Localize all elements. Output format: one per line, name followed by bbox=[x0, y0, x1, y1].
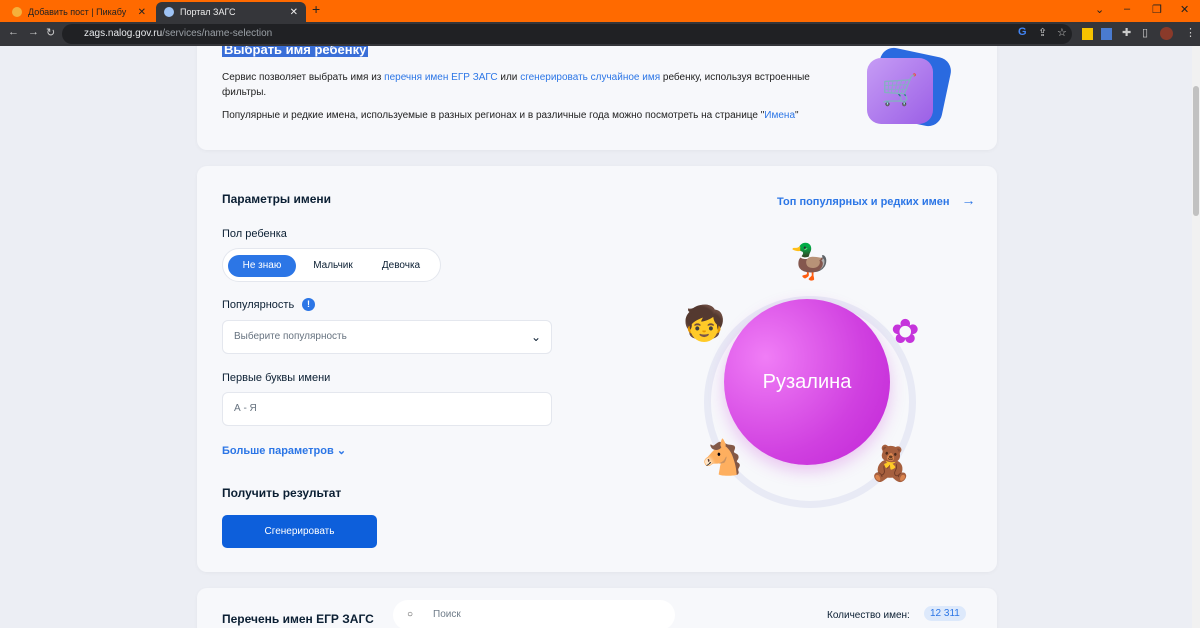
names-count-label: Количество имен: bbox=[827, 610, 910, 621]
page-title: Выбрать имя ребенку bbox=[222, 46, 369, 57]
text: " bbox=[795, 110, 799, 121]
tab-title: Добавить пост | Пикабу bbox=[28, 7, 127, 17]
arrow-right-icon: → bbox=[961, 192, 976, 208]
first-letters-input[interactable]: А - Я bbox=[222, 392, 552, 426]
browser-toolbar: ← → ↻ zags.nalog.gov.ru/services/name-se… bbox=[0, 22, 1200, 46]
gender-option-boy[interactable]: Мальчик bbox=[301, 255, 365, 277]
flowers-icon: ✿ bbox=[891, 313, 920, 351]
duck-icon: 🦆 bbox=[789, 243, 832, 281]
share-icon[interactable]: ⇪ bbox=[1038, 26, 1047, 39]
text: Сервис позволяет выбрать имя из bbox=[222, 72, 385, 83]
doll-icon: 🧒 bbox=[683, 305, 726, 343]
info-icon[interactable]: ! bbox=[302, 298, 315, 311]
names-count-badge: 12 311 bbox=[924, 606, 966, 621]
extensions-puzzle-icon[interactable]: ✚ bbox=[1122, 26, 1131, 39]
gender-option-girl[interactable]: Девочка bbox=[369, 255, 433, 277]
popularity-select[interactable]: Выберите популярность ⌄ bbox=[222, 320, 552, 354]
rocking-horse-icon: 🐴 bbox=[701, 439, 744, 477]
extension-download-icon[interactable] bbox=[1101, 28, 1112, 40]
link-label: Топ популярных и редких имен bbox=[777, 196, 950, 208]
back-icon[interactable]: ← bbox=[8, 26, 19, 38]
search-input[interactable]: ○ Поиск bbox=[393, 600, 675, 628]
url-host: zags.nalog.gov.ru bbox=[84, 28, 163, 39]
reload-icon[interactable]: ↻ bbox=[46, 26, 55, 39]
intro-text: Сервис позволяет выбрать имя из перечня … bbox=[222, 70, 822, 100]
url-path: /services/name-selection bbox=[162, 28, 273, 39]
input-placeholder: А - Я bbox=[234, 403, 257, 414]
intro-card: Выбрать имя ребенку Сервис позволяет выб… bbox=[197, 46, 997, 150]
forward-icon[interactable]: → bbox=[28, 26, 39, 38]
page-content: Выбрать имя ребенку Сервис позволяет выб… bbox=[0, 46, 1192, 628]
zags-favicon-icon bbox=[164, 7, 174, 17]
section-title: Параметры имени bbox=[222, 192, 332, 206]
teddy-bear-icon: 🧸 bbox=[869, 445, 912, 483]
names-list-card: Перечень имен ЕГР ЗАГС ○ Поиск Количество… bbox=[197, 588, 997, 628]
text: или bbox=[497, 72, 521, 83]
close-tab-icon[interactable]: ✕ bbox=[290, 7, 298, 18]
select-placeholder: Выберите популярность bbox=[234, 331, 347, 342]
google-icon[interactable]: G bbox=[1018, 26, 1027, 38]
gender-option-unknown[interactable]: Не знаю bbox=[228, 255, 296, 277]
names-page-link[interactable]: Имена bbox=[764, 110, 795, 121]
more-params-toggle[interactable]: Больше параметров ⌄ bbox=[222, 444, 346, 457]
close-window-button[interactable]: ✕ bbox=[1180, 3, 1189, 16]
gender-label: Пол ребенка bbox=[222, 228, 287, 240]
chevron-down-icon: ⌄ bbox=[530, 330, 541, 344]
toggle-label: Больше параметров bbox=[222, 445, 334, 457]
search-placeholder: Поиск bbox=[433, 609, 461, 620]
minimize-button[interactable]: – bbox=[1124, 3, 1130, 15]
page-scrollbar[interactable] bbox=[1192, 46, 1200, 628]
extension-keep-icon[interactable] bbox=[1082, 28, 1093, 40]
tab-title: Портал ЗАГС bbox=[180, 7, 236, 17]
side-panel-icon[interactable]: ▯ bbox=[1142, 26, 1148, 39]
menu-dots-icon[interactable]: ⋮ bbox=[1185, 26, 1196, 39]
generated-name: Рузалина bbox=[724, 299, 890, 465]
chevron-down-icon: ⌄ bbox=[336, 445, 347, 457]
restore-button[interactable]: ❐ bbox=[1152, 3, 1162, 16]
gender-selector: Не знаю Мальчик Девочка bbox=[222, 248, 441, 282]
result-heading: Получить результат bbox=[222, 486, 342, 500]
close-tab-icon[interactable]: ✕ bbox=[138, 7, 146, 18]
stroller-icon: 🛒 bbox=[867, 58, 933, 124]
pikabu-favicon-icon bbox=[12, 7, 22, 17]
tab-zags[interactable]: Портал ЗАГС ✕ bbox=[156, 2, 306, 22]
tab-search-icon[interactable]: ⌄ bbox=[1095, 3, 1104, 16]
tab-bar: Добавить пост | Пикабу ✕ Портал ЗАГС ✕ + ⌄… bbox=[0, 0, 1200, 22]
new-tab-button[interactable]: + bbox=[312, 1, 320, 17]
top-names-link[interactable]: Топ популярных и редких имен → bbox=[777, 192, 976, 208]
name-params-card: Параметры имени Топ популярных и редких … bbox=[197, 166, 997, 572]
search-icon: ○ bbox=[407, 609, 414, 620]
generate-button[interactable]: Сгенерировать bbox=[222, 515, 377, 548]
text: Популярные и редкие имена, используемые … bbox=[222, 110, 765, 121]
first-letters-label: Первые буквы имени bbox=[222, 372, 331, 384]
intro-text-2: Популярные и редкие имена, используемые … bbox=[222, 108, 862, 123]
popularity-label: Популярность bbox=[222, 299, 295, 311]
section-title: Перечень имен ЕГР ЗАГС bbox=[222, 612, 374, 626]
bookmark-star-icon[interactable]: ☆ bbox=[1057, 26, 1067, 39]
scrollbar-thumb[interactable] bbox=[1193, 86, 1199, 216]
tab-pikabu[interactable]: Добавить пост | Пикабу ✕ bbox=[4, 2, 154, 22]
egr-list-link[interactable]: перечня имен ЕГР ЗАГС bbox=[384, 72, 497, 83]
profile-avatar[interactable] bbox=[1160, 27, 1173, 40]
address-bar[interactable]: zags.nalog.gov.ru/services/name-selectio… bbox=[62, 24, 1072, 44]
generate-random-link[interactable]: сгенерировать случайное имя bbox=[520, 72, 660, 83]
